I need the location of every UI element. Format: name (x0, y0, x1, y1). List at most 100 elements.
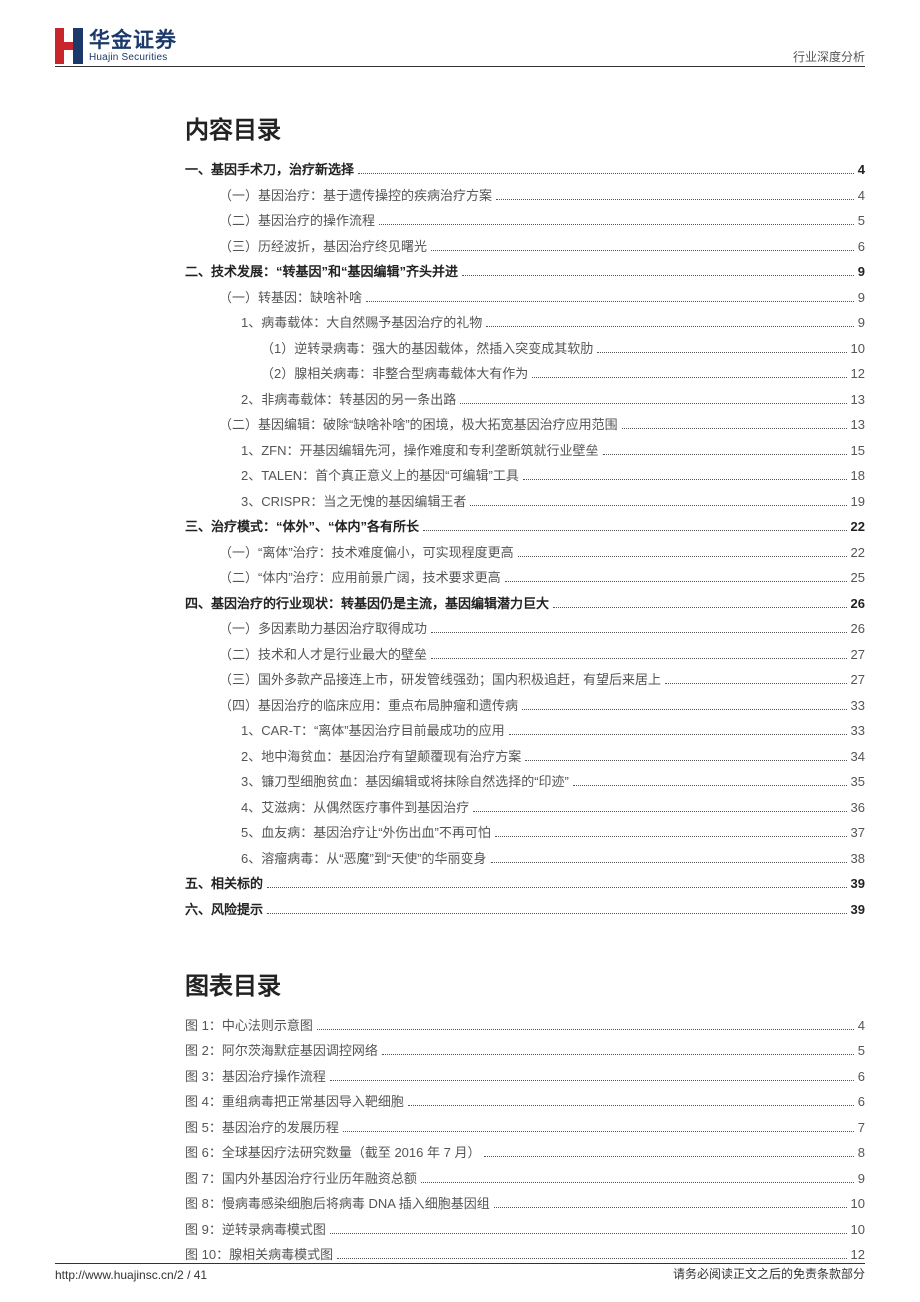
logo: 华金证券 Huajin Securities (55, 28, 177, 64)
figure-label: 图 8：慢病毒感染细胞后将病毒 DNA 插入细胞基因组 (185, 1197, 490, 1210)
toc-label: （二）基因治疗的操作流程 (219, 214, 375, 227)
toc-entry: 2、非病毒载体：转基因的另一条出路13 (185, 393, 865, 406)
toc-entry: 四、基因治疗的行业现状：转基因仍是主流，基因编辑潜力巨大 26 (185, 597, 865, 610)
toc-entry: （一）转基因：缺啥补啥9 (185, 291, 865, 304)
toc-label: （一）转基因：缺啥补啥 (219, 291, 362, 304)
logo-text: 华金证券 Huajin Securities (89, 30, 177, 63)
toc-entry: 一、基因手术刀，治疗新选择4 (185, 163, 865, 176)
toc-label: 5、血友病：基因治疗让“外伤出血”不再可怕 (241, 826, 491, 839)
page-number: 10 (851, 1223, 865, 1236)
toc-label: 四、基因治疗的行业现状：转基因仍是主流，基因编辑潜力巨大 (185, 597, 549, 610)
dot-leader (532, 377, 846, 378)
toc-label: （一）“离体”治疗：技术难度偏小，可实现程度更高 (219, 546, 514, 559)
page-number: 18 (851, 469, 865, 482)
dot-leader (496, 199, 854, 200)
dot-leader (317, 1029, 854, 1030)
toc-entry: （一）“离体”治疗：技术难度偏小，可实现程度更高 22 (185, 546, 865, 559)
dot-leader (421, 1182, 854, 1183)
dot-leader (379, 224, 854, 225)
toc-label: 一、基因手术刀，治疗新选择 (185, 163, 354, 176)
toc-entry: 1、CAR-T：“离体”基因治疗目前最成功的应用33 (185, 724, 865, 737)
logo-text-en: Huajin Securities (89, 53, 177, 63)
toc-label: 六、风险提示 (185, 903, 263, 916)
page-number: 15 (851, 444, 865, 457)
page-number: 9 (858, 265, 865, 278)
toc-entry: 三、治疗模式：“体外”、“体内”各有所长22 (185, 520, 865, 533)
figure-entry: 图 10：腺相关病毒模式图 12 (185, 1248, 865, 1261)
footer-rule (55, 1263, 865, 1264)
page-header: 华金证券 Huajin Securities 行业深度分析 (0, 0, 920, 70)
dot-leader (267, 887, 847, 888)
dot-leader (366, 301, 854, 302)
toc-label: （三）国外多款产品接连上市，研发管线强劲；国内积极追赶，有望后来居上 (219, 673, 661, 686)
toc-entry: （二）基因治疗的操作流程5 (185, 214, 865, 227)
figure-entry: 图 2：阿尔茨海默症基因调控网络5 (185, 1044, 865, 1057)
page-number: 37 (851, 826, 865, 839)
page-number: 9 (858, 316, 865, 329)
page-number: 6 (858, 240, 865, 253)
toc-label: 6、溶瘤病毒：从“恶魔”到“天使”的华丽变身 (241, 852, 487, 865)
figure-label: 图 2：阿尔茨海默症基因调控网络 (185, 1044, 378, 1057)
content-body: 内容目录 一、基因手术刀，治疗新选择4（一）基因治疗：基于遗传操控的疾病治疗方案… (185, 100, 865, 1274)
toc-label: （二）技术和人才是行业最大的壁垒 (219, 648, 427, 661)
dot-leader (491, 862, 847, 863)
dot-leader (505, 581, 847, 582)
page-number: 39 (851, 877, 865, 890)
toc-label: 1、CAR-T：“离体”基因治疗目前最成功的应用 (241, 724, 505, 737)
toc-label: 4、艾滋病：从偶然医疗事件到基因治疗 (241, 801, 469, 814)
figure-label: 图 9：逆转录病毒模式图 (185, 1223, 326, 1236)
page-number: 4 (858, 1019, 865, 1032)
page-number: 6 (858, 1095, 865, 1108)
figures-list: 图 1：中心法则示意图4图 2：阿尔茨海默症基因调控网络5图 3：基因治疗操作流… (185, 1019, 865, 1262)
dot-leader (665, 683, 847, 684)
toc-label: 2、地中海贫血：基因治疗有望颠覆现有治疗方案 (241, 750, 521, 763)
figure-entry: 图 4：重组病毒把正常基因导入靶细胞6 (185, 1095, 865, 1108)
page-number: 22 (851, 520, 865, 533)
page-number: 19 (851, 495, 865, 508)
toc-label: 五、相关标的 (185, 877, 263, 890)
footer-right: 请务必阅读正文之后的免责条款部分 (673, 1265, 865, 1282)
figure-entry: 图 6：全球基因疗法研究数量（截至 2016 年 7 月）8 (185, 1146, 865, 1159)
figure-entry: 图 8：慢病毒感染细胞后将病毒 DNA 插入细胞基因组10 (185, 1197, 865, 1210)
dot-leader (460, 403, 846, 404)
toc-label: （二）基因编辑：破除“缺啥补啥”的困境，极大拓宽基因治疗应用范围 (219, 418, 618, 431)
toc-entry: 4、艾滋病：从偶然医疗事件到基因治疗 36 (185, 801, 865, 814)
toc-label: （一）多因素助力基因治疗取得成功 (219, 622, 427, 635)
page-number: 35 (851, 775, 865, 788)
dot-leader (431, 632, 847, 633)
dot-leader (525, 760, 846, 761)
page-number: 27 (851, 673, 865, 686)
toc-label: （二）“体内”治疗：应用前景广阔，技术要求更高 (219, 571, 501, 584)
page-number: 36 (851, 801, 865, 814)
dot-leader (522, 709, 847, 710)
figures-title: 图表目录 (185, 966, 865, 1001)
figure-entry: 图 5：基因治疗的发展历程 7 (185, 1121, 865, 1134)
toc-label: 1、病毒载体：大自然赐予基因治疗的礼物 (241, 316, 482, 329)
toc-label: （2）腺相关病毒：非整合型病毒载体大有作为 (261, 367, 528, 380)
toc-entry: 2、地中海贫血：基因治疗有望颠覆现有治疗方案34 (185, 750, 865, 763)
page-number: 13 (851, 418, 865, 431)
page-number: 7 (858, 1121, 865, 1134)
dot-leader (431, 658, 847, 659)
toc-label: （四）基因治疗的临床应用：重点布局肿瘤和遗传病 (219, 699, 518, 712)
dot-leader (523, 479, 847, 480)
toc-label: 二、技术发展：“转基因”和“基因编辑”齐头并进 (185, 265, 458, 278)
toc-entry: （三）国外多款产品接连上市，研发管线强劲；国内积极追赶，有望后来居上 27 (185, 673, 865, 686)
toc-entry: （三）历经波折，基因治疗终见曙光6 (185, 240, 865, 253)
page-number: 22 (851, 546, 865, 559)
figure-entry: 图 3：基因治疗操作流程6 (185, 1070, 865, 1083)
toc-entry: 五、相关标的 39 (185, 877, 865, 890)
figure-label: 图 10：腺相关病毒模式图 (185, 1248, 333, 1261)
page-number: 12 (851, 1248, 865, 1261)
page-number: 38 (851, 852, 865, 865)
dot-leader (431, 250, 854, 251)
figure-label: 图 7：国内外基因治疗行业历年融资总额 (185, 1172, 417, 1185)
figure-label: 图 3：基因治疗操作流程 (185, 1070, 326, 1083)
page-number: 26 (851, 597, 865, 610)
toc-entry: （二）“体内”治疗：应用前景广阔，技术要求更高25 (185, 571, 865, 584)
toc-entry: 1、ZFN：开基因编辑先河，操作难度和专利垄断筑就行业壁垒15 (185, 444, 865, 457)
dot-leader (603, 454, 847, 455)
dot-leader (382, 1054, 854, 1055)
toc-entry: 3、CRISPR：当之无愧的基因编辑王者19 (185, 495, 865, 508)
figure-label: 图 5：基因治疗的发展历程 (185, 1121, 339, 1134)
